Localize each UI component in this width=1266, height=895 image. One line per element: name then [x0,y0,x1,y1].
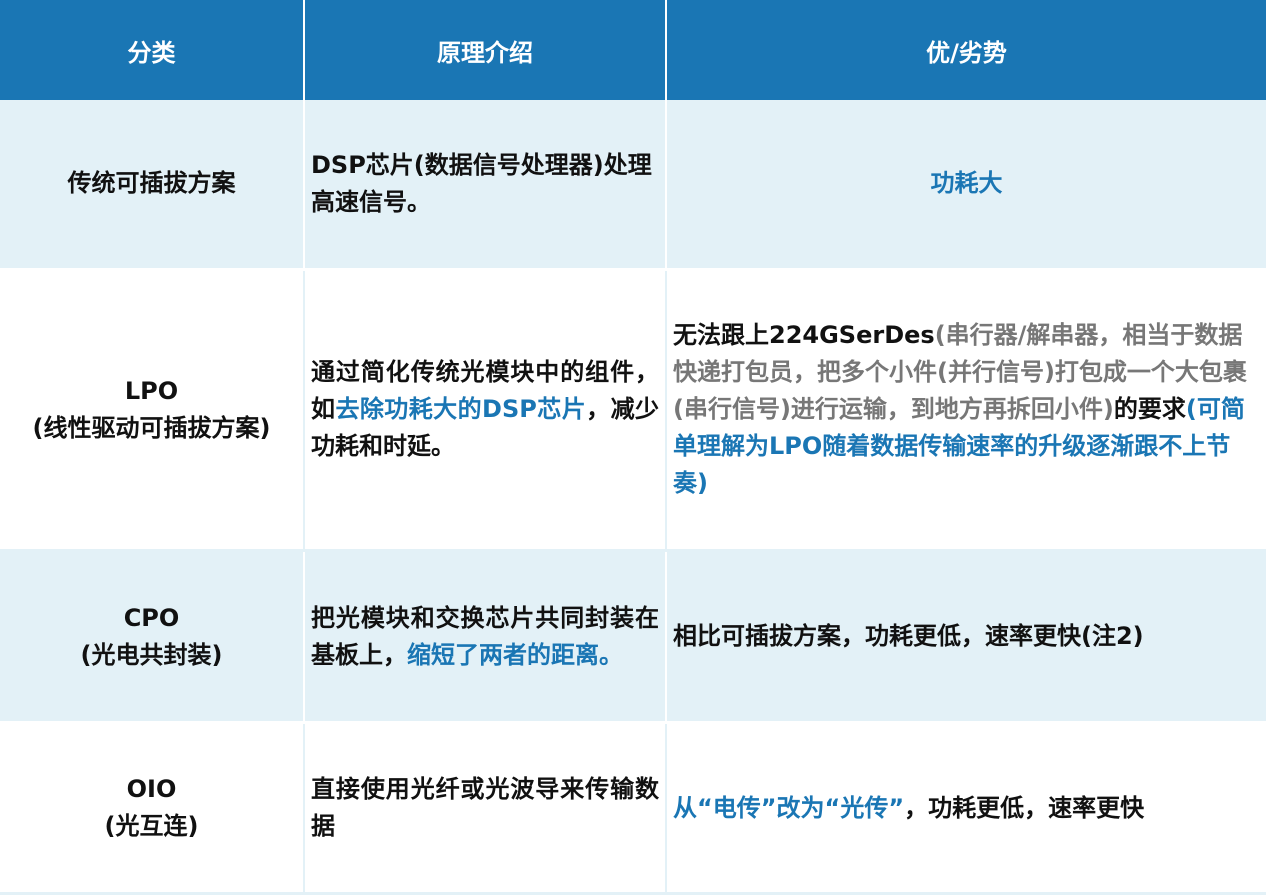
header-category: 分类 [0,0,305,100]
table-row: CPO (光电共封装) 把光模块和交换芯片共同封装在基板上，缩短了两者的距离。 … [0,551,1266,725]
principle-cell: 把光模块和交换芯片共同封装在基板上，缩短了两者的距离。 [305,551,667,725]
principle-cell: 通过简化传统光模块中的组件，如去除功耗大的DSP芯片，减少功耗和时延。 [305,270,667,552]
pros-cons-cell: 相比可插拔方案，功耗更低，速率更快(注2) [667,551,1266,725]
principle-highlight: 去除功耗大的DSP芯片 [335,395,587,424]
table-row: 传统可插拔方案 DSP芯片(数据信号处理器)处理高速信号。 功耗大 [0,100,1266,271]
category-cell: LPO (线性驱动可插拔方案) [0,270,305,552]
principle-highlight: 缩短了两者的距离。 [407,640,623,669]
principle-text: 直接使用光纤或光波导来传输数据 [311,775,659,841]
header-pros-cons: 优/劣势 [667,0,1266,100]
pros-cons-text: 功耗大 [930,169,1003,198]
category-name: CPO [123,603,180,632]
pros-cons-text: ，功耗更低，速率更快 [904,793,1145,822]
header-principle: 原理介绍 [305,0,667,100]
table-row: OIO (光互连) 直接使用光纤或光波导来传输数据 从“电传”改为“光传”，功耗… [0,724,1266,895]
category-desc: (线性驱动可插拔方案) [32,413,271,442]
pros-cons-cell: 从“电传”改为“光传”，功耗更低，速率更快 [667,724,1266,895]
pros-cons-cell: 无法跟上224GSerDes(串行器/解串器，相当于数据快递打包员，把多个小件(… [667,270,1266,552]
principle-text: DSP芯片(数据信号处理器)处理高速信号。 [311,150,652,216]
table-row: LPO (线性驱动可插拔方案) 通过简化传统光模块中的组件，如去除功耗大的DSP… [0,270,1266,552]
pros-cons-highlight: 从“电传”改为“光传” [673,793,905,822]
category-desc: (光电共封装) [80,640,223,669]
principle-cell: 直接使用光纤或光波导来传输数据 [305,724,667,895]
category-text: 传统可插拔方案 [67,169,236,198]
principle-cell: DSP芯片(数据信号处理器)处理高速信号。 [305,100,667,271]
category-cell: OIO (光互连) [0,724,305,895]
header-row: 分类 原理介绍 优/劣势 [0,0,1266,100]
comparison-table: 分类 原理介绍 优/劣势 传统可插拔方案 DSP芯片(数据信号处理器)处理高速信… [0,0,1266,895]
category-desc: (光互连) [104,812,199,841]
pros-cons-text: 的要求 [1113,395,1186,424]
pros-cons-text: 无法跟上224GSerDes [673,321,935,350]
category-name: LPO [124,376,179,405]
category-cell: CPO (光电共封装) [0,551,305,725]
pros-cons-cell: 功耗大 [667,100,1266,271]
pros-cons-text: 相比可插拔方案，功耗更低，速率更快(注2) [673,622,1144,650]
category-cell: 传统可插拔方案 [0,100,305,271]
category-name: OIO [126,775,177,804]
